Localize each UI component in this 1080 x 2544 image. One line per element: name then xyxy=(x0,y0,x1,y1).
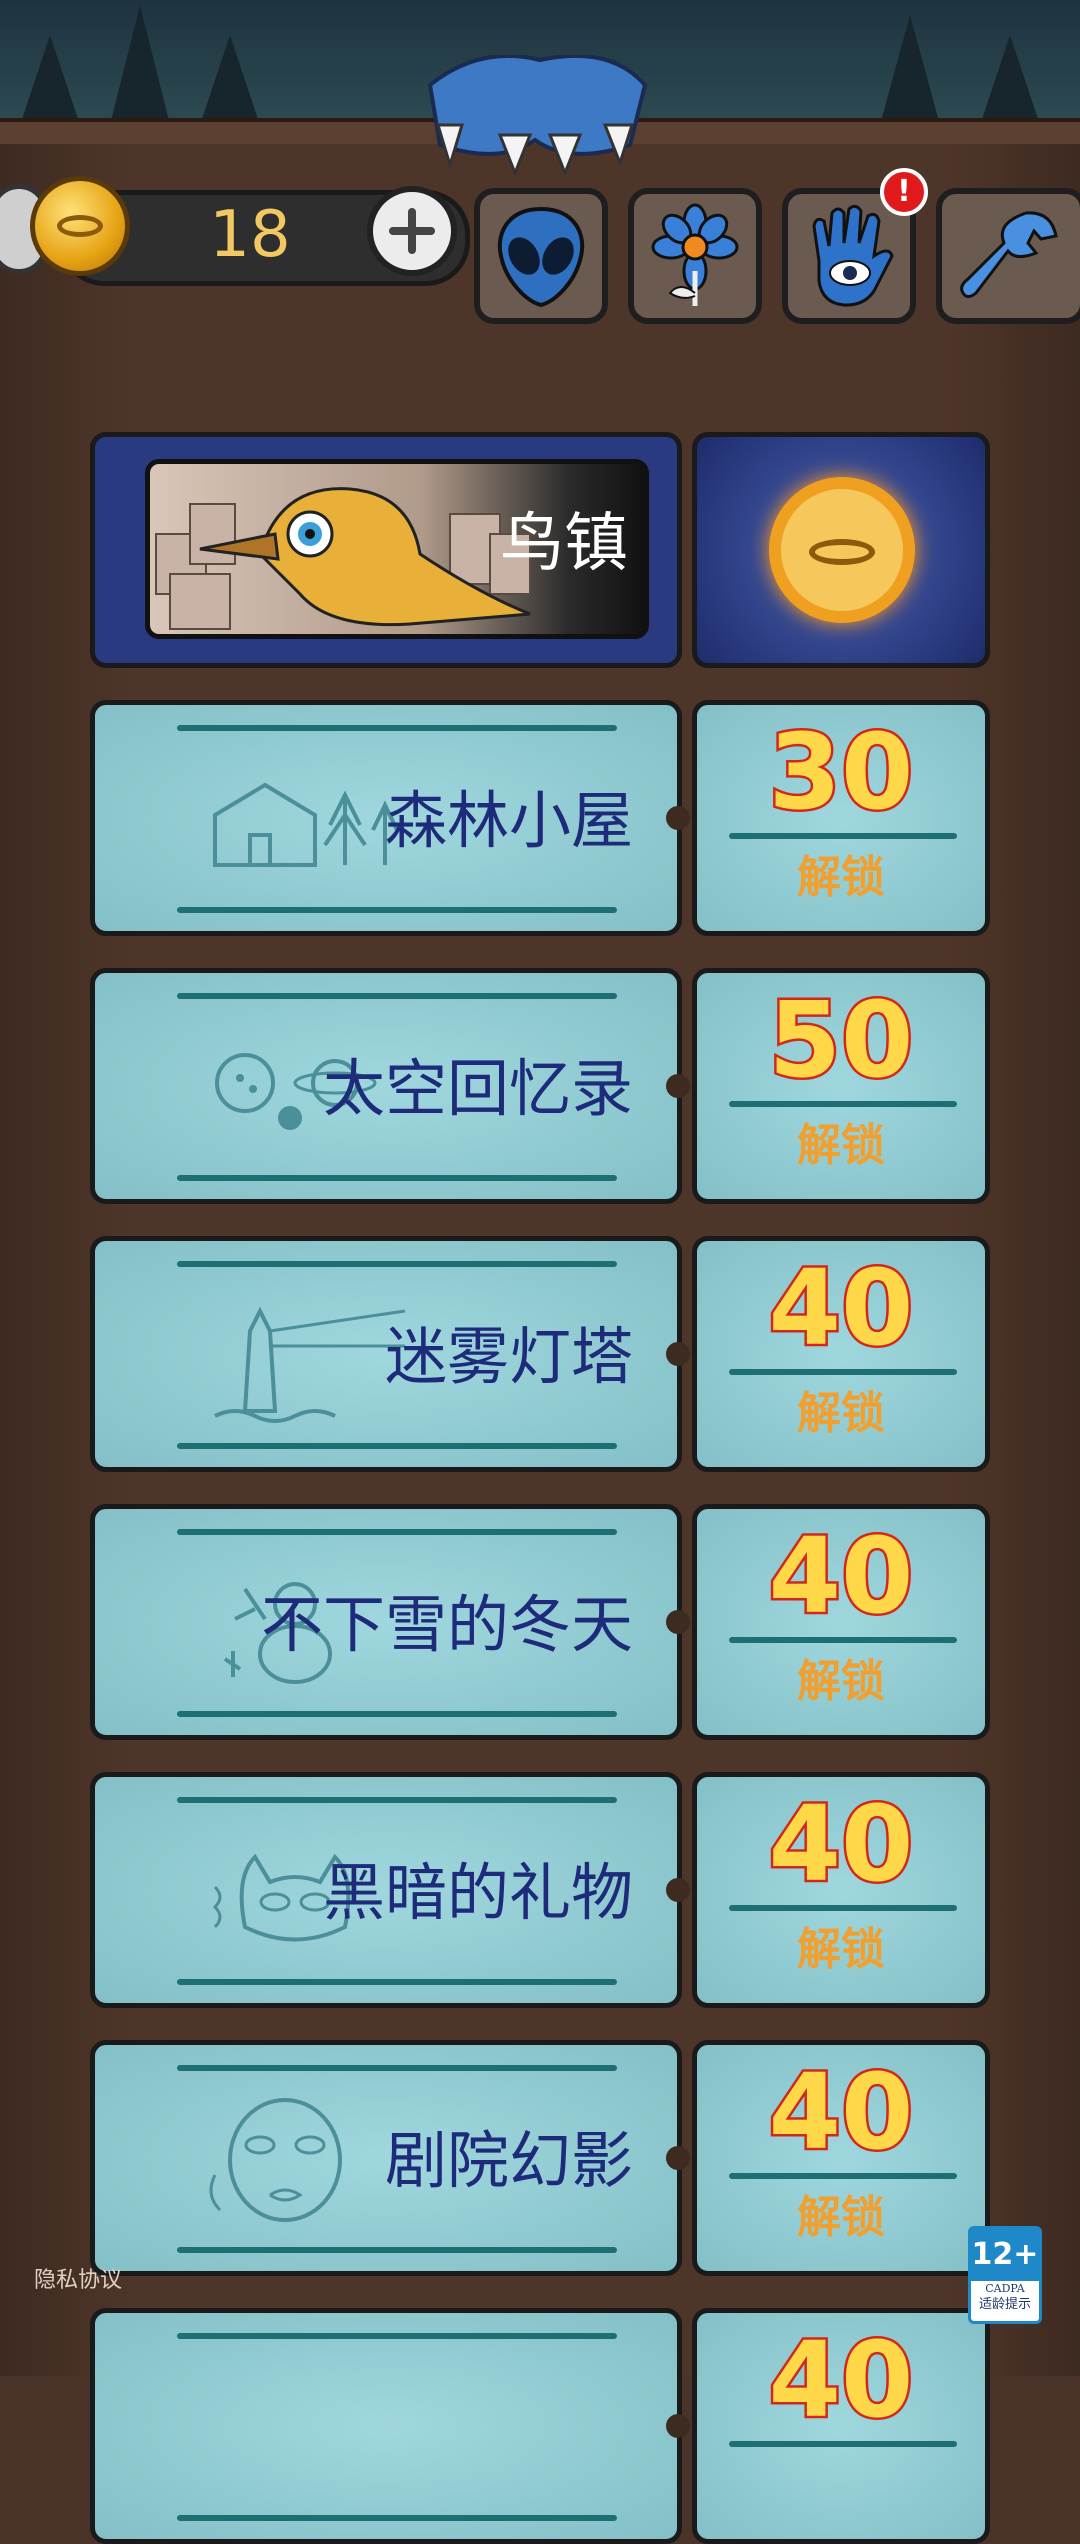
tree-silhouette xyxy=(880,15,940,125)
notification-badge: ! xyxy=(880,168,928,216)
tree-silhouette xyxy=(20,35,80,125)
level-title: 森林小屋 xyxy=(384,784,633,857)
featured-level-artwork: 鸟镇 xyxy=(145,459,649,639)
unlock-button[interactable]: 40 解锁 xyxy=(692,1504,990,1740)
level-title: 不下雪的冬天 xyxy=(260,1588,633,1661)
level-title: 迷雾灯塔 xyxy=(384,1320,633,1393)
level-title: 太空回忆录 xyxy=(322,1052,633,1125)
tree-silhouette xyxy=(110,5,170,125)
ticket-line xyxy=(177,1175,617,1181)
unlock-price: 50 xyxy=(766,979,916,1101)
wrench-icon xyxy=(960,211,1058,298)
ticket-line xyxy=(729,1369,957,1375)
ticket-peg xyxy=(666,2146,690,2170)
ticket-line xyxy=(177,1797,617,1803)
unlock-button[interactable]: 30 解锁 xyxy=(692,700,990,936)
featured-level-status[interactable] xyxy=(692,432,990,668)
unlock-price: 40 xyxy=(766,2319,916,2441)
unlock-price: 30 xyxy=(766,711,916,833)
unlock-button[interactable]: 40 解锁 xyxy=(692,1772,990,2008)
ticket-line xyxy=(729,1101,957,1107)
ticket-line xyxy=(177,907,617,913)
level-title: 剧院幻影 xyxy=(384,2124,633,2197)
unlock-price: 40 xyxy=(766,1515,916,1637)
ticket-line xyxy=(177,1979,617,1985)
level-card[interactable]: 不下雪的冬天 xyxy=(90,1504,682,1740)
unlock-price: 40 xyxy=(766,1247,916,1369)
ticket-peg xyxy=(666,806,690,830)
ticket-line xyxy=(177,2247,617,2253)
ticket-peg xyxy=(666,1074,690,1098)
coin-count: 18 xyxy=(209,198,291,272)
level-card[interactable]: 迷雾灯塔 xyxy=(90,1236,682,1472)
unlock-label: 解锁 xyxy=(797,1388,885,1439)
coin-icon xyxy=(30,176,130,276)
unlock-button[interactable]: 40 解锁 xyxy=(692,1236,990,1472)
age-rating-badge[interactable]: 12+ CADPA 适龄提示 xyxy=(968,2226,1042,2324)
monster-hand-icon xyxy=(427,55,648,175)
ticket-line xyxy=(729,2173,957,2179)
tree-silhouette xyxy=(980,35,1040,125)
unlock-label: 解锁 xyxy=(797,852,885,903)
age-rating: 12+ xyxy=(971,2229,1039,2281)
alien-icon xyxy=(497,206,585,308)
unlock-label: 解锁 xyxy=(797,1656,885,1707)
level-card[interactable] xyxy=(90,2308,682,2544)
ticket-peg xyxy=(666,2414,690,2438)
ticket-line xyxy=(177,2065,617,2071)
level-card[interactable]: 太空回忆录 xyxy=(90,968,682,1204)
ticket-line xyxy=(177,1261,617,1267)
flower-icon xyxy=(651,203,739,306)
ticket-line xyxy=(177,1443,617,1449)
ticket-peg xyxy=(666,1878,690,1902)
ticket-peg xyxy=(666,1610,690,1634)
unlock-button[interactable]: 40 xyxy=(692,2308,990,2544)
alien-button[interactable] xyxy=(474,188,608,324)
unlock-price: 40 xyxy=(766,1783,916,1905)
unlock-price: 40 xyxy=(766,2051,916,2173)
level-card[interactable]: 森林小屋 xyxy=(90,700,682,936)
flower-button[interactable] xyxy=(628,188,762,324)
age-rating-hint: 适龄提示 xyxy=(978,2297,1031,2312)
ticket-line xyxy=(729,2441,957,2447)
level-title: 黑暗的礼物 xyxy=(322,1856,633,1929)
unlock-button[interactable]: 40 解锁 xyxy=(692,2040,990,2276)
ticket-line xyxy=(177,1529,617,1535)
tree-silhouette xyxy=(200,35,260,125)
ticket-line xyxy=(177,2515,617,2521)
ticket-peg xyxy=(666,1342,690,1366)
unlock-label: 解锁 xyxy=(797,1924,885,1975)
unlock-button[interactable]: 50 解锁 xyxy=(692,968,990,1204)
ticket-line xyxy=(177,725,617,731)
ticket-line xyxy=(177,1711,617,1717)
add-coins-button[interactable] xyxy=(367,186,457,276)
ticket-line xyxy=(729,1905,957,1911)
featured-level-title: 鸟镇 xyxy=(500,507,628,581)
ticket-line xyxy=(177,2333,617,2339)
ticket-line xyxy=(729,1637,957,1643)
eye-hand-icon xyxy=(812,204,894,307)
coin-icon xyxy=(769,477,915,623)
privacy-policy-link[interactable]: 隐私协议 xyxy=(34,2262,122,2294)
featured-level-card[interactable]: 鸟镇 xyxy=(90,432,682,668)
unlock-label: 解锁 xyxy=(797,2192,885,2243)
ticket-line xyxy=(177,993,617,999)
settings-button[interactable] xyxy=(936,188,1080,324)
unlock-label: 解锁 xyxy=(797,1120,885,1171)
level-card[interactable]: 剧院幻影 xyxy=(90,2040,682,2276)
level-card[interactable]: 黑暗的礼物 xyxy=(90,1772,682,2008)
ticket-line xyxy=(729,833,957,839)
age-rating-org: CADPA xyxy=(985,2282,1025,2295)
